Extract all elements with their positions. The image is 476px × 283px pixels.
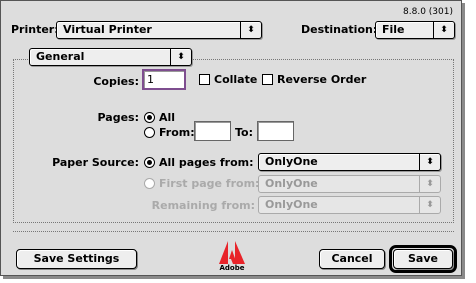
pages-all-radio[interactable] bbox=[144, 112, 155, 123]
panel-popup-value: General bbox=[36, 50, 85, 63]
popup-arrows-icon: ⬍ bbox=[433, 22, 454, 38]
adobe-logo-mark bbox=[219, 241, 245, 264]
copies-label: Copies: bbox=[93, 75, 139, 88]
save-settings-button[interactable]: Save Settings bbox=[16, 249, 137, 269]
reverse-order-checkbox[interactable] bbox=[262, 74, 273, 85]
first-page-from-radio[interactable] bbox=[144, 178, 155, 189]
pages-from-field[interactable] bbox=[194, 121, 231, 141]
destination-popup[interactable]: File ⬍ bbox=[375, 21, 455, 39]
printer-label: Printer: bbox=[11, 23, 59, 36]
popup-arrows-icon: ⬍ bbox=[419, 197, 440, 213]
pages-all-label: All bbox=[159, 111, 176, 124]
popup-arrows-icon: ⬍ bbox=[419, 154, 440, 170]
popup-arrows-icon: ⬍ bbox=[170, 49, 191, 65]
panel-popup[interactable]: General ⬍ bbox=[29, 48, 192, 66]
all-pages-from-label: All pages from: bbox=[159, 156, 254, 169]
pages-to-field[interactable] bbox=[257, 121, 294, 141]
all-pages-from-popup[interactable]: OnlyOne ⬍ bbox=[258, 153, 441, 171]
first-page-from-label: First page from: bbox=[159, 177, 260, 190]
copies-field[interactable]: 1 bbox=[142, 69, 186, 90]
collate-checkbox[interactable] bbox=[199, 74, 210, 85]
print-dialog: 8.8.0 (301) Printer: Virtual Printer ⬍ D… bbox=[0, 0, 462, 276]
version-label: 8.8.0 (301) bbox=[403, 7, 453, 17]
printer-popup[interactable]: Virtual Printer ⬍ bbox=[56, 21, 262, 39]
collate-label: Collate bbox=[214, 73, 258, 86]
pages-from-label: From: bbox=[159, 126, 195, 139]
all-pages-from-radio[interactable] bbox=[144, 157, 155, 168]
first-page-from-popup[interactable]: OnlyOne ⬍ bbox=[258, 175, 441, 193]
save-button[interactable]: Save bbox=[393, 249, 453, 269]
paper-source-label: Paper Source: bbox=[52, 156, 139, 169]
printer-popup-value: Virtual Printer bbox=[63, 23, 152, 36]
first-page-from-value: OnlyOne bbox=[265, 177, 318, 190]
remaining-from-label: Remaining from: bbox=[151, 199, 255, 212]
remaining-from-popup[interactable]: OnlyOne ⬍ bbox=[258, 196, 441, 214]
pages-label: Pages: bbox=[97, 111, 139, 124]
destination-popup-value: File bbox=[382, 23, 405, 36]
popup-arrows-icon: ⬍ bbox=[419, 176, 440, 192]
cancel-button[interactable]: Cancel bbox=[319, 249, 385, 269]
destination-label: Destination: bbox=[301, 23, 378, 36]
adobe-logo-icon: Adobe bbox=[217, 239, 247, 273]
separator bbox=[13, 231, 454, 232]
pages-from-radio[interactable] bbox=[144, 127, 155, 138]
all-pages-from-value: OnlyOne bbox=[265, 155, 318, 168]
remaining-from-value: OnlyOne bbox=[265, 198, 318, 211]
reverse-order-label: Reverse Order bbox=[277, 73, 367, 86]
adobe-logo-text: Adobe bbox=[219, 264, 245, 272]
popup-arrows-icon: ⬍ bbox=[240, 22, 261, 38]
pages-to-label: To: bbox=[235, 126, 253, 139]
